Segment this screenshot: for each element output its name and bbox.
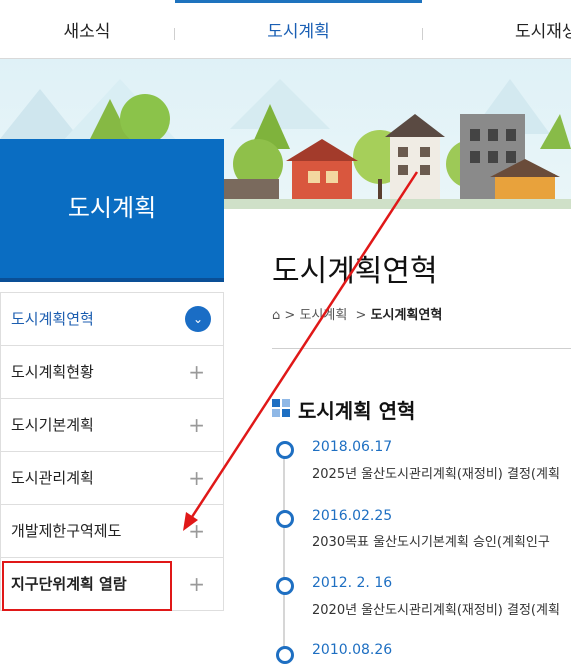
annotation-arrow — [183, 171, 419, 531]
